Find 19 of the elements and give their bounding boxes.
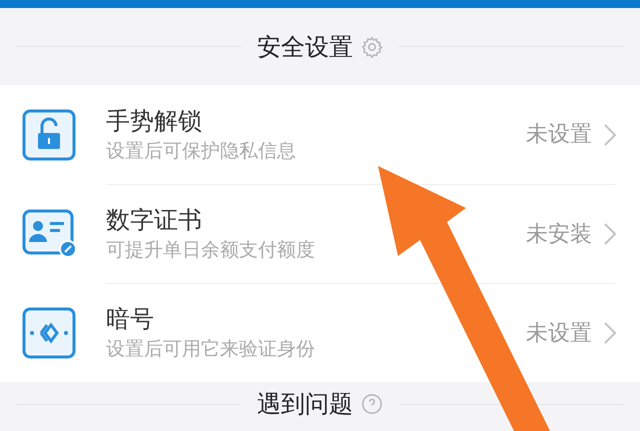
row-title: 暗号 [106,304,155,334]
section-title: 安全设置 [257,32,353,62]
section-title: 遇到问题 [257,389,353,420]
chevron-right-icon [604,124,616,146]
row-subtitle: 设置后可用它来验证身份 [106,338,316,362]
row-status: 未设置 [526,121,592,149]
diamond-link-icon [22,306,76,358]
row-status: 未设置 [526,320,592,348]
settings-row[interactable]: 手势解锁 设置后可保护隐私信息 未设置 [0,85,640,184]
chevron-right-icon [604,223,616,245]
chevron-right-icon [604,322,616,344]
row-status: 未安装 [526,220,592,248]
row-title: 手势解锁 [106,106,203,136]
help-icon [361,393,383,415]
settings-icon [361,36,383,58]
row-subtitle: 设置后可保护隐私信息 [106,140,297,164]
padlock-icon [22,108,76,160]
row-subtitle: 可提升单日余额支付额度 [106,239,316,263]
row-title: 数字证书 [106,205,203,236]
